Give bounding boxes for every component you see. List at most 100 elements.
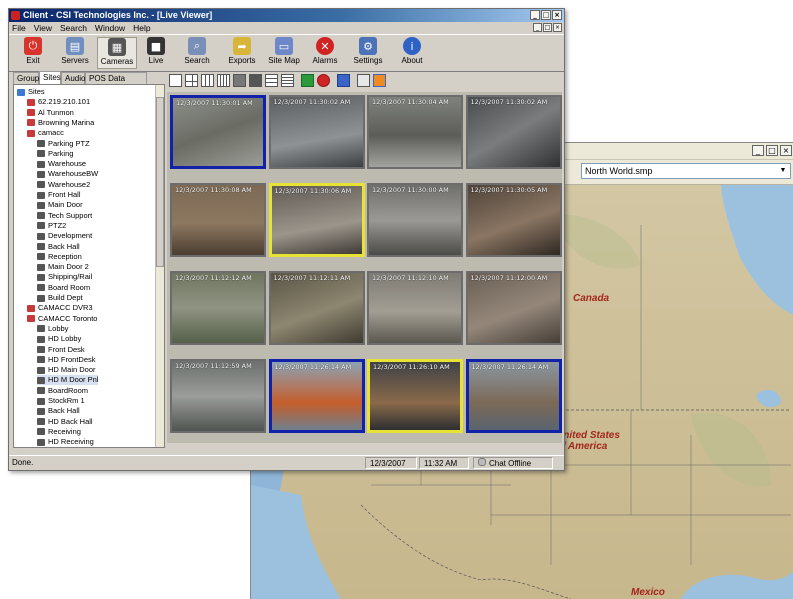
layout-custom2-icon[interactable] — [281, 74, 294, 87]
cameras-button[interactable]: ▦ Cameras — [97, 37, 137, 69]
tree-item[interactable]: Board Room — [37, 283, 90, 293]
mdi-restore-button[interactable]: □ — [543, 23, 552, 32]
mdi-close-button[interactable]: × — [553, 23, 562, 32]
tree-item[interactable]: Al Tunmon — [27, 108, 74, 118]
tree-item[interactable]: StockRm 1 — [37, 396, 85, 406]
tree-item[interactable]: Parking PTZ — [37, 139, 90, 149]
tree-item[interactable]: Front Desk — [37, 345, 85, 355]
close-button[interactable]: × — [552, 10, 562, 20]
menu-view[interactable]: View — [30, 22, 56, 34]
camera-tile[interactable]: 12/3/2007 11:12:11 AM — [268, 271, 365, 345]
tab-pos-data[interactable]: POS Data (Live) — [85, 72, 147, 95]
camera-tile[interactable]: 12/3/2007 11:30:08 AM — [170, 183, 266, 257]
tab-audio[interactable]: Audio — [61, 72, 85, 84]
camera-tile[interactable]: 12/3/2007 11:30:05 AM — [465, 183, 562, 257]
sites-tree[interactable]: Sites 62.219.210.101 Al Tunmon Browning Mar… — [13, 84, 165, 448]
tree-item[interactable]: Development — [37, 231, 92, 241]
tree-item[interactable]: PTZ2 — [37, 221, 66, 231]
menu-help[interactable]: Help — [129, 22, 154, 34]
tree-item[interactable]: HD FrontDesk — [37, 355, 96, 365]
camera-tile[interactable]: 12/3/2007 11:30:00 AM — [367, 183, 463, 257]
layout-2x2-icon[interactable] — [185, 74, 198, 87]
tree-item[interactable]: Warehouse — [37, 159, 86, 169]
tree-item[interactable]: Build Dept — [37, 293, 83, 303]
camera-tile[interactable]: 12/3/2007 11:30:04 AM — [367, 95, 463, 169]
layout-custom-icon[interactable] — [265, 74, 278, 87]
tree-item[interactable]: Main Door — [37, 200, 83, 210]
settings-button[interactable]: ⚙ Settings — [347, 37, 389, 69]
camera-tile[interactable]: 12/3/2007 11:30:06 AM — [268, 183, 365, 257]
tree-item[interactable]: Receiving — [37, 427, 81, 437]
tree-item[interactable]: WarehouseBW — [37, 169, 98, 179]
fullscreen-icon[interactable] — [357, 74, 370, 87]
layout-1x1-icon[interactable] — [169, 74, 182, 87]
tree-item[interactable]: camacc — [27, 128, 64, 138]
map-select-dropdown[interactable]: North World.smp ▼ — [581, 163, 791, 179]
site-map-label: Site Map — [268, 56, 300, 65]
camera-tile[interactable]: 12/3/2007 11:26:10 AM — [367, 359, 463, 433]
tree-item[interactable]: HD Main Door — [37, 365, 96, 375]
site-map-button[interactable]: ▭ Site Map — [264, 37, 304, 69]
exit-button[interactable]: ⏻ Exit — [13, 37, 53, 69]
tab-sites[interactable]: Sites — [39, 71, 61, 84]
alarms-button[interactable]: ✕ Alarms — [307, 37, 343, 69]
camera-tile[interactable]: 12/3/2007 11:12:59 AM — [170, 359, 266, 433]
tree-item[interactable]: Back Hall — [37, 242, 80, 252]
tree-item[interactable]: Back Hall — [37, 406, 80, 416]
camera-tile[interactable]: 12/3/2007 11:30:02 AM — [268, 95, 365, 169]
maximize-button[interactable]: □ — [766, 145, 778, 156]
camera-tile[interactable]: 12/3/2007 11:30:01 AM — [170, 95, 266, 169]
minimize-button[interactable]: _ — [530, 10, 540, 20]
layout-4x4-icon[interactable] — [217, 74, 230, 87]
tree-item[interactable]: Tech Support — [37, 211, 92, 221]
tree-item[interactable]: Sites — [17, 87, 45, 97]
save-layout-icon[interactable] — [301, 74, 314, 87]
tree-item[interactable]: Main Door 2 — [37, 262, 89, 272]
camera-tile[interactable]: 12/3/2007 11:12:10 AM — [367, 271, 463, 345]
live-button[interactable]: ■ Live — [139, 37, 173, 69]
tree-item[interactable]: HD Back Hall — [37, 417, 93, 427]
layout-5x5-icon[interactable] — [233, 74, 246, 87]
site-icon — [27, 304, 35, 312]
tab-groups[interactable]: Groups — [13, 72, 43, 84]
tree-item[interactable]: HD Lobby — [37, 334, 81, 344]
close-button[interactable]: × — [780, 145, 792, 156]
tree-item[interactable]: Shipping/Rail — [37, 272, 92, 282]
camera-tile[interactable]: 12/3/2007 11:12:12 AM — [170, 271, 266, 345]
menu-file[interactable]: File — [9, 22, 30, 34]
about-button[interactable]: i About — [395, 37, 429, 69]
tree-item[interactable]: Warehouse2 — [37, 180, 90, 190]
window-titlebar[interactable]: Client - CSI Technologies Inc. - [Live V… — [9, 9, 564, 22]
camera-tile[interactable]: 12/3/2007 11:26:14 AM — [268, 359, 365, 433]
tree-item[interactable]: Parking — [37, 149, 73, 159]
tree-item[interactable]: BoardRoom — [37, 386, 88, 396]
tree-item[interactable]: Reception — [37, 252, 82, 262]
camera-tile[interactable]: 12/3/2007 11:26:14 AM — [465, 359, 562, 433]
tree-item[interactable]: 62.219.210.101 — [27, 97, 90, 107]
layout-3x3-icon[interactable] — [201, 74, 214, 87]
maximize-button[interactable]: □ — [541, 10, 551, 20]
scroll-thumb[interactable] — [156, 97, 164, 267]
tree-item[interactable]: HD Receiving — [37, 437, 94, 447]
tools-icon[interactable] — [373, 74, 386, 87]
layout-6x6-icon[interactable] — [249, 74, 262, 87]
tree-item[interactable]: Lobby — [37, 324, 68, 334]
servers-button[interactable]: ▤ Servers — [55, 37, 95, 69]
tree-item[interactable]: HD M Door Pnl — [37, 375, 99, 386]
stop-icon[interactable] — [317, 74, 330, 87]
menu-search[interactable]: Search — [56, 22, 91, 34]
menu-window[interactable]: Window — [91, 22, 129, 34]
tree-scrollbar[interactable] — [155, 85, 164, 447]
camera-tile[interactable]: 12/3/2007 11:12:00 AM — [465, 271, 562, 345]
search-button[interactable]: ⌕ Search — [177, 37, 217, 69]
mdi-minimize-button[interactable]: _ — [533, 23, 542, 32]
minimize-button[interactable]: _ — [752, 145, 764, 156]
tree-item[interactable]: CAMACC DVR3 — [27, 303, 93, 313]
camera-tile[interactable]: 12/3/2007 11:30:02 AM — [465, 95, 562, 169]
tree-item[interactable]: Browning Marina — [27, 118, 94, 128]
snapshot-icon[interactable] — [337, 74, 350, 87]
chat-status[interactable]: Chat Offline — [473, 457, 553, 469]
tree-item[interactable]: Front Hall — [37, 190, 81, 200]
exports-button[interactable]: ➦ Exports — [222, 37, 262, 69]
tree-item[interactable]: CAMACC Toronto — [27, 314, 97, 324]
